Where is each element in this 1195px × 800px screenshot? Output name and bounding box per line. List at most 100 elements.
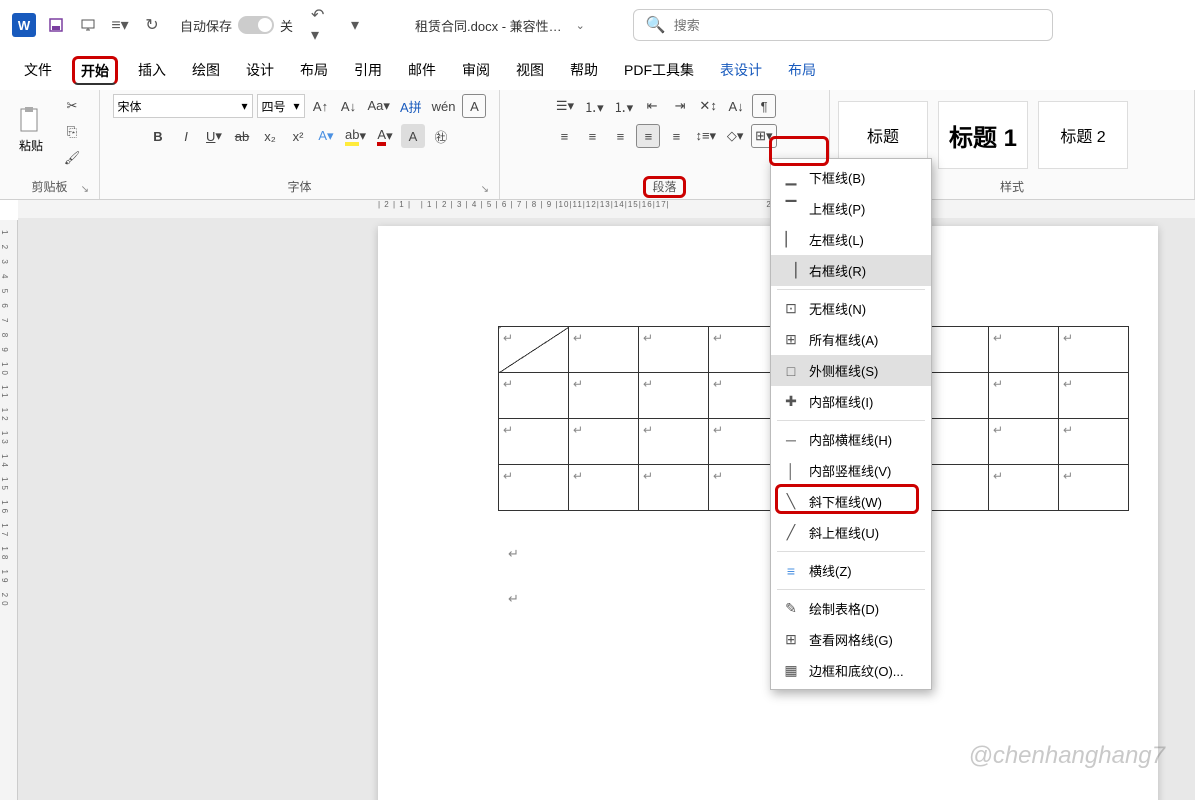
show-marks-icon[interactable]: ¶	[752, 94, 776, 118]
table-cell[interactable]: ↵	[1059, 419, 1129, 465]
tab-draw[interactable]: 绘图	[186, 56, 226, 84]
change-case-icon[interactable]: Aa▾	[365, 94, 393, 118]
tab-references[interactable]: 引用	[348, 56, 388, 84]
tab-table-design[interactable]: 表设计	[714, 56, 768, 84]
table-cell[interactable]: ↵	[639, 465, 709, 511]
decrease-indent-icon[interactable]: ⇤	[640, 94, 664, 118]
align-left-icon[interactable]: ≡	[552, 124, 576, 148]
cut-icon[interactable]: ✂	[60, 94, 84, 118]
font-name-combo[interactable]: 宋体▾	[113, 94, 253, 118]
table-cell[interactable]: ↵	[1059, 327, 1129, 373]
tab-help[interactable]: 帮助	[564, 56, 604, 84]
table-cell[interactable]: ↵	[499, 465, 569, 511]
numbering-icon[interactable]: ⒈▾	[581, 94, 607, 118]
table-cell[interactable]: ↵	[989, 419, 1059, 465]
table-cell[interactable]: ↵	[1059, 465, 1129, 511]
char-border-icon[interactable]: A	[462, 94, 486, 118]
autosave-toggle[interactable]: 自动保存 关	[180, 16, 293, 35]
clear-format-icon[interactable]: wén	[429, 94, 459, 118]
border-diag-down[interactable]: ╲斜下框线(W)	[771, 486, 931, 517]
copy-icon[interactable]: ⎘	[60, 120, 84, 144]
table-cell[interactable]: ↵	[709, 373, 779, 419]
border-inside-v[interactable]: │内部竖框线(V)	[771, 455, 931, 486]
table-cell[interactable]: ↵	[569, 419, 639, 465]
border-diag-up[interactable]: ╱斜上框线(U)	[771, 517, 931, 548]
increase-indent-icon[interactable]: ⇥	[668, 94, 692, 118]
border-all[interactable]: ⊞所有框线(A)	[771, 324, 931, 355]
border-outside[interactable]: □外侧框线(S)	[771, 355, 931, 386]
title-chevron-icon[interactable]: ⌄	[576, 19, 585, 32]
justify-icon[interactable]: ≡	[636, 124, 660, 148]
table-cell[interactable]: ↵	[499, 373, 569, 419]
borders-shading[interactable]: ▦边框和底纹(O)...	[771, 655, 931, 686]
search-box[interactable]: 🔍	[633, 9, 1053, 41]
table-cell[interactable]: ↵	[569, 327, 639, 373]
bold-button[interactable]: B	[146, 124, 170, 148]
borders-button[interactable]: ⊞▾	[751, 124, 776, 148]
tab-insert[interactable]: 插入	[132, 56, 172, 84]
tab-home[interactable]: 开始	[72, 56, 118, 85]
redo-icon[interactable]: ↻	[140, 13, 164, 37]
table-cell-diagonal[interactable]: ↵	[499, 327, 569, 373]
page[interactable]: ↵↵↵↵↵↵↵↵↵ ↵↵↵↵↵↵↵↵↵ ↵↵↵↵↵↵↵↵↵ ↵↵↵↵↵↵↵↵↵ …	[378, 226, 1158, 800]
tab-review[interactable]: 审阅	[456, 56, 496, 84]
view-gridlines[interactable]: ⊞查看网格线(G)	[771, 624, 931, 655]
phonetic-guide-icon[interactable]: A拼	[397, 94, 425, 118]
format-painter-icon[interactable]: 🖌	[60, 146, 84, 170]
sort-icon[interactable]: A↓	[724, 94, 748, 118]
char-shading-icon[interactable]: A	[401, 124, 425, 148]
asian-layout-icon[interactable]: ✕↕	[696, 94, 720, 118]
tab-table-layout[interactable]: 布局	[782, 56, 822, 84]
undo-icon[interactable]: ↶ ▾	[311, 13, 335, 37]
table-cell[interactable]: ↵	[989, 465, 1059, 511]
style-heading2[interactable]: 标题 2	[1038, 101, 1128, 169]
table-cell[interactable]: ↵	[639, 373, 709, 419]
search-input[interactable]	[674, 18, 1040, 33]
list-icon[interactable]: ≡▾	[108, 13, 132, 37]
font-size-combo[interactable]: 四号▾	[257, 94, 305, 118]
table-cell[interactable]: ↵	[639, 419, 709, 465]
table-cell[interactable]: ↵	[709, 419, 779, 465]
distribute-icon[interactable]: ≡	[664, 124, 688, 148]
align-right-icon[interactable]: ≡	[608, 124, 632, 148]
line-spacing-icon[interactable]: ↕≡▾	[692, 124, 719, 148]
present-icon[interactable]	[76, 13, 100, 37]
border-left[interactable]: ▏左框线(L)	[771, 224, 931, 255]
launcher-icon[interactable]: ↘	[481, 184, 489, 195]
border-bottom[interactable]: ▁下框线(B)	[771, 162, 931, 193]
table-cell[interactable]: ↵	[989, 327, 1059, 373]
tab-file[interactable]: 文件	[18, 56, 58, 84]
table-cell[interactable]: ↵	[569, 465, 639, 511]
table-cell[interactable]: ↵	[709, 327, 779, 373]
strike-button[interactable]: ab	[230, 124, 254, 148]
highlight-icon[interactable]: ab▾	[342, 124, 369, 148]
table-cell[interactable]: ↵	[709, 465, 779, 511]
multilevel-icon[interactable]: ⒈▾	[611, 94, 637, 118]
underline-button[interactable]: U▾	[202, 124, 226, 148]
tab-design[interactable]: 设计	[240, 56, 280, 84]
style-heading1[interactable]: 标题 1	[938, 101, 1028, 169]
shading-icon[interactable]: ◇▾	[723, 124, 747, 148]
align-center-icon[interactable]: ≡	[580, 124, 604, 148]
subscript-button[interactable]: x₂	[258, 124, 282, 148]
font-color-icon[interactable]: A▾	[373, 124, 397, 148]
table-cell[interactable]: ↵	[499, 419, 569, 465]
superscript-button[interactable]: x²	[286, 124, 310, 148]
table-cell[interactable]: ↵	[569, 373, 639, 419]
tab-pdf[interactable]: PDF工具集	[618, 56, 700, 84]
border-right[interactable]: ▕右框线(R)	[771, 255, 931, 286]
border-inside-h[interactable]: ─内部横框线(H)	[771, 424, 931, 455]
launcher-icon[interactable]: ↘	[81, 184, 89, 195]
table-cell[interactable]: ↵	[989, 373, 1059, 419]
shrink-font-icon[interactable]: A↓	[337, 94, 361, 118]
more-icon[interactable]: ▾	[343, 13, 367, 37]
italic-button[interactable]: I	[174, 124, 198, 148]
paste-button[interactable]: 粘贴	[8, 94, 54, 164]
border-hline[interactable]: ≡横线(Z)	[771, 555, 931, 586]
table-cell[interactable]: ↵	[1059, 373, 1129, 419]
bullets-icon[interactable]: ☰▾	[553, 94, 577, 118]
toggle-switch[interactable]	[238, 16, 274, 34]
border-top[interactable]: ▔上框线(P)	[771, 193, 931, 224]
border-inside[interactable]: ✚内部框线(I)	[771, 386, 931, 417]
text-effects-icon[interactable]: A▾	[314, 124, 338, 148]
